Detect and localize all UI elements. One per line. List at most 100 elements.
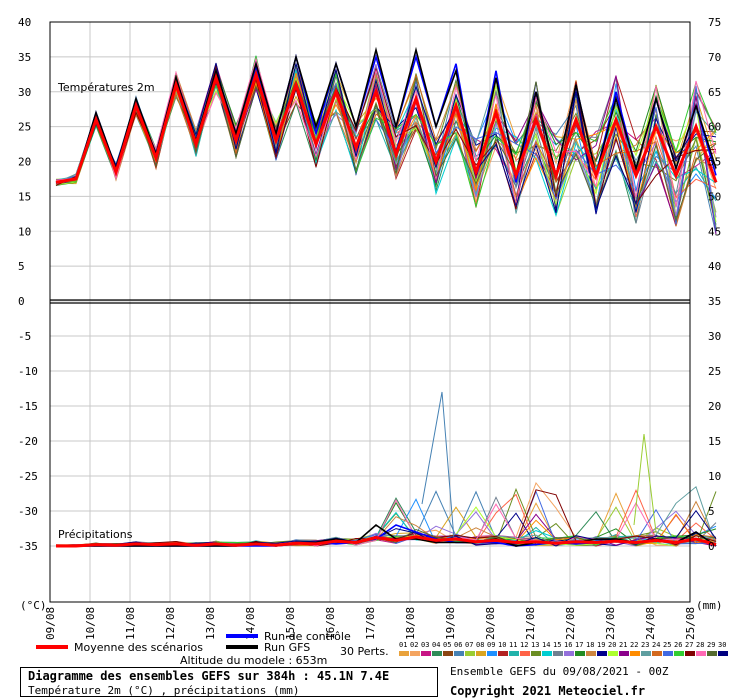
pert-swatch <box>663 651 673 656</box>
footer-title: Diagramme des ensembles GEFS sur 384h : … <box>28 669 390 683</box>
pert-swatch <box>630 651 640 656</box>
temp-y-tick-right: 60 <box>708 121 721 134</box>
x-tick-label: 20/08 <box>484 607 497 640</box>
precip-y-tick-right: 20 <box>708 400 721 413</box>
x-tick-label: 13/08 <box>204 607 217 640</box>
x-tick-label: 18/08 <box>404 607 417 640</box>
pert-number: 04 <box>432 641 440 649</box>
pert-number: 19 <box>597 641 605 649</box>
chart-series <box>55 46 718 548</box>
pert-swatch <box>652 651 662 656</box>
footer-subtitle: Température 2m (°C) , précipitations (mm… <box>28 684 300 697</box>
pert-swatch <box>487 651 497 656</box>
pert-swatch <box>531 651 541 656</box>
pert-swatch <box>608 651 618 656</box>
pert-number: 07 <box>465 641 473 649</box>
altitude-label: Altitude du modele : 653m <box>180 654 327 667</box>
temp-y-tick-right: 65 <box>708 86 721 99</box>
pert-swatch <box>399 651 409 656</box>
pert-swatch <box>575 651 585 656</box>
pert-number: 14 <box>542 641 550 649</box>
temp-y-tick-left: 10 <box>18 225 31 238</box>
temp-y-tick-right: 35 <box>708 295 721 308</box>
pert-swatch <box>685 651 695 656</box>
temp-y-tick-left: 5 <box>18 260 25 273</box>
pert-number: 01 <box>399 641 407 649</box>
legend-mean-label: Moyenne des scénarios <box>74 641 203 654</box>
precip-y-tick-left: -20 <box>18 435 38 448</box>
x-unit-right: (mm) <box>696 599 723 612</box>
pert-number: 27 <box>685 641 693 649</box>
legend-gfs-label: Run GFS <box>264 641 310 654</box>
x-tick-label: 11/08 <box>124 607 137 640</box>
pert-number: 02 <box>410 641 418 649</box>
pert-number: 21 <box>619 641 627 649</box>
temp-y-tick-left: 40 <box>18 16 31 29</box>
pert-number: 13 <box>531 641 539 649</box>
precip-y-tick-left: -30 <box>18 505 38 518</box>
x-tick-label: 17/08 <box>364 607 377 640</box>
temp-y-tick-right: 40 <box>708 260 721 273</box>
temp-y-tick-left: 35 <box>18 51 31 64</box>
pert-swatch <box>520 651 530 656</box>
pert-swatch <box>553 651 563 656</box>
pert-swatch <box>542 651 552 656</box>
precip-y-tick-left: -35 <box>18 540 38 553</box>
footer-run: Ensemble GEFS du 09/08/2021 - 00Z <box>450 665 669 678</box>
pert-swatch <box>432 651 442 656</box>
ensemble-chart: 40 7535 7030 6525 6020 5515 5010 455 400 35-5 30-1… <box>18 16 728 667</box>
pert-number: 30 <box>718 641 726 649</box>
pert-swatch <box>564 651 574 656</box>
pert-number: 20 <box>608 641 616 649</box>
pert-swatch <box>707 651 717 656</box>
pert-swatch <box>498 651 508 656</box>
precip-y-tick-left: -15 <box>18 400 38 413</box>
pert-swatch <box>443 651 453 656</box>
pert-swatch <box>674 651 684 656</box>
x-tick-label: 22/08 <box>564 607 577 640</box>
pert-number: 22 <box>630 641 638 649</box>
pert-number: 06 <box>454 641 462 649</box>
pert-swatch <box>465 651 475 656</box>
temp-y-tick-right: 45 <box>708 225 721 238</box>
precip-y-tick-right: 10 <box>708 470 721 483</box>
temp-y-tick-left: 30 <box>18 86 31 99</box>
pert-swatch <box>454 651 464 656</box>
temp-y-tick-left: 0 <box>18 295 25 308</box>
x-tick-label: 10/08 <box>84 607 97 640</box>
precip-y-tick-right: 15 <box>708 435 721 448</box>
perturbation-legend: 01 02 03 04 05 06 07 08 09 10 11 12 13 14 15 16 17 18 19 20… <box>399 641 728 656</box>
pert-number: 08 <box>476 641 484 649</box>
temp-y-tick-right: 75 <box>708 16 721 29</box>
legend-perts-label: 30 Perts. <box>340 645 389 658</box>
pert-swatch <box>586 651 596 656</box>
temp-panel-label: Températures 2m <box>57 81 155 94</box>
pert-swatch <box>718 651 728 656</box>
pert-number: 11 <box>509 641 517 649</box>
temp-y-tick-right: 55 <box>708 156 721 169</box>
pert-swatch <box>410 651 420 656</box>
precip-y-tick-left: -25 <box>18 470 38 483</box>
precip-peak-line <box>633 433 657 533</box>
pert-number: 17 <box>575 641 583 649</box>
x-tick-label: 23/08 <box>604 607 617 640</box>
pert-number: 10 <box>498 641 506 649</box>
pert-swatch <box>696 651 706 656</box>
pert-swatch <box>476 651 486 656</box>
precip-y-tick-right: 0 <box>708 540 715 553</box>
precip-y-tick-left: -5 <box>18 330 31 343</box>
precip-y-tick-right: 25 <box>708 365 721 378</box>
x-unit-left: (°C) <box>20 599 47 612</box>
pert-number: 09 <box>487 641 495 649</box>
x-tick-label: 12/08 <box>164 607 177 640</box>
precip-panel-label: Précipitations <box>58 528 133 541</box>
pert-number: 12 <box>520 641 528 649</box>
pert-number: 03 <box>421 641 429 649</box>
pert-swatch <box>421 651 431 656</box>
pert-number: 16 <box>564 641 572 649</box>
pert-number: 05 <box>443 641 451 649</box>
pert-swatch <box>641 651 651 656</box>
temp-y-tick-right: 70 <box>708 51 721 64</box>
precip-y-tick-right: 30 <box>708 330 721 343</box>
pert-swatch <box>619 651 629 656</box>
